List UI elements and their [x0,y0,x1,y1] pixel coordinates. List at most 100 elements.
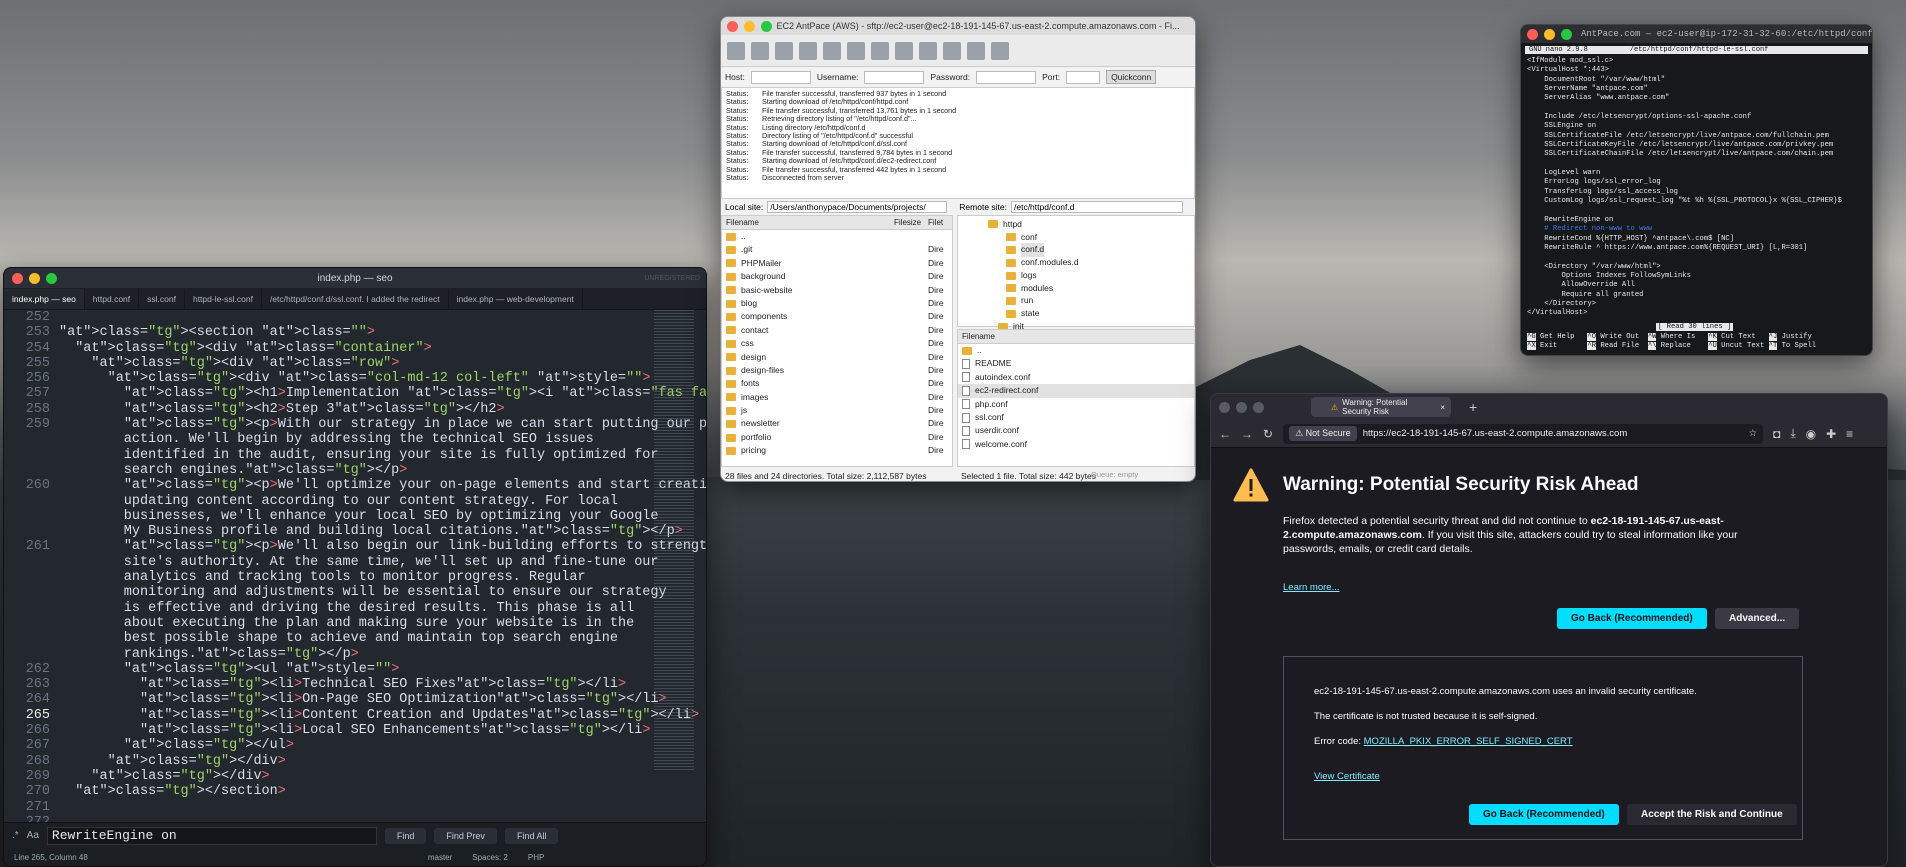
code-line[interactable]: about executing the plan and making sure… [59,616,639,631]
code-line[interactable]: "at">class="tg"><li>Content Creation and… [59,708,699,723]
editor-tab[interactable]: httpd.conf [85,289,140,309]
code-line[interactable]: "at">class="tg"><div "at">class="col-md-… [59,371,651,386]
code-line[interactable]: site's authority. At the same time, we'l… [59,555,659,570]
case-toggle[interactable]: Aa [27,830,39,841]
remote-file-row[interactable]: ec2-redirect.conf [958,384,1194,398]
back-icon[interactable]: ← [1219,427,1231,441]
minimize-button[interactable] [1544,28,1555,40]
local-file-row[interactable]: portfolio Dire [722,431,952,444]
local-file-row[interactable]: js Dire [722,404,952,417]
search-icon[interactable] [991,41,1009,60]
compare-icon[interactable] [943,41,961,60]
reconnect-icon[interactable] [919,41,937,60]
remote-file-row[interactable]: .. [958,344,1194,357]
code-line[interactable]: identified in the audit, ensuring your s… [59,448,659,463]
shortcut-key[interactable]: ^O [1587,333,1597,341]
forward-icon[interactable]: → [1241,427,1253,441]
code-line[interactable]: "at">class="tg"><li>On-Page SEO Optimiza… [59,692,667,707]
code-line[interactable]: businesses, we'll enhance your local SEO… [59,509,659,524]
code-line[interactable]: "at">class="tg"><p>We'll optimize your o… [59,478,706,493]
refresh-icon[interactable] [823,41,841,60]
remote-tree-item[interactable]: httpd [958,218,1194,231]
code-line[interactable]: updating content according to our conten… [59,494,639,509]
editor-tab[interactable]: index.php — web-development [449,289,583,309]
close-tab-icon[interactable]: × [1440,403,1445,412]
local-file-row[interactable]: blog Dire [722,297,952,310]
find-prev-button[interactable]: Find Prev [434,827,497,844]
code-editor[interactable]: 252 253 254 255 256 257 258 259 260 261 262 263 264 2… [4,310,706,834]
code-line[interactable]: "at">class="tg"><h2>Step 3"at">class="tg… [59,402,639,417]
editor-tab[interactable]: index.php — seo [4,289,85,309]
local-file-row[interactable]: newsletter Dire [722,417,952,430]
code-line[interactable]: "at">class="tg"><p>We'll also begin our … [59,539,706,554]
code-line[interactable]: "at">class="tg"></section> [59,784,639,799]
shortcut-key[interactable]: ^K [1708,333,1717,341]
remote-file-row[interactable]: README [958,357,1194,370]
error-code-link[interactable]: MOZILLA_PKIX_ERROR_SELF_SIGNED_CERT [1364,736,1573,747]
account-icon[interactable]: ◉ [1806,427,1816,441]
code-line[interactable]: "at">class="tg"><div "at">class="contain… [59,341,639,356]
code-line[interactable]: "at">class="tg"><li>Local SEO Enhancemen… [59,723,650,738]
local-path-input[interactable]: /Users/anthonypace/Documents/projects/ [767,201,948,213]
nano-buffer[interactable]: <IfModule mod_ssl.c> <VirtualHost *:443> … [1521,57,1872,319]
site-manager-icon[interactable] [727,41,745,60]
port-input[interactable] [1066,70,1101,84]
col-filename[interactable]: Filename [726,218,759,227]
local-file-row[interactable]: .git Dire [722,243,952,256]
shortcut-key[interactable]: ^R [1587,342,1597,350]
local-file-row[interactable]: background Dire [722,270,952,283]
find-all-button[interactable]: Find All [504,827,559,844]
local-file-row[interactable]: pricing Dire [722,444,952,457]
password-input[interactable] [976,70,1037,84]
remote-tree-item[interactable]: logs [958,269,1194,282]
downloads-icon[interactable]: ⤓ [1790,426,1795,441]
find-input[interactable]: RewriteEngine on [46,826,377,845]
quickconnect-button[interactable]: Quickconn [1106,70,1157,84]
local-file-row[interactable]: design Dire [722,351,952,364]
menu-icon[interactable]: ≡ [1846,427,1853,441]
remote-tree-item[interactable]: conf.d [958,243,1194,257]
bookmark-star-icon[interactable]: ☆ [1749,428,1758,439]
shortcut-key[interactable]: ^U [1708,342,1717,350]
close-button[interactable] [1527,28,1538,40]
local-file-row[interactable]: css Dire [722,337,952,350]
close-button[interactable] [1219,401,1230,413]
code-line[interactable] [59,310,639,325]
remote-tree-item[interactable]: run [958,295,1194,308]
zoom-button[interactable] [1253,401,1264,413]
editor-tab[interactable]: httpd-le-ssl.conf [185,289,262,309]
remote-file-row[interactable]: php.conf [958,398,1194,411]
code-line[interactable]: search engines."at">class="tg"></p> [59,463,639,478]
code-line[interactable]: "at">class="tg"><p>With our strategy in … [59,417,706,432]
editor-tab[interactable]: /etc/httpd/conf.d/ssl.conf. I added the … [262,289,449,309]
shortcut-key[interactable]: ^T [1768,342,1778,350]
sync-browse-icon[interactable] [967,41,985,60]
shortcut-key[interactable]: ^J [1768,333,1778,341]
go-back-button[interactable]: Go Back (Recommended) [1557,608,1707,629]
local-file-row[interactable]: fonts Dire [722,377,952,390]
code-line[interactable]: action. We'll begin by addressing the te… [59,432,639,447]
remote-path-input[interactable]: /etc/httpd/conf.d [1011,201,1183,213]
syntax-setting[interactable]: PHP [528,853,544,862]
code-line[interactable]: "at">class="tg"></ul> [59,738,639,753]
code-line[interactable]: "at">class="tg"><div "at">class="row"> [59,356,639,371]
tab-security-warning[interactable]: ⚠ Warning: Potential Security Risk × [1311,397,1451,417]
local-file-row[interactable]: images Dire [722,391,952,404]
local-file-row[interactable]: basic-website Dire [722,284,952,297]
cancel-icon[interactable] [871,41,889,60]
remote-tree-item[interactable]: conf.modules.d [958,256,1194,269]
remote-tree-item[interactable]: state [958,308,1194,321]
go-back-button-secondary[interactable]: Go Back (Recommended) [1469,804,1619,825]
toggle-remote-tree-icon[interactable] [799,41,817,60]
regex-toggle[interactable]: .* [12,830,19,841]
code-line[interactable]: is effective and driving the desired res… [59,601,639,616]
code-line[interactable]: best possible shape to achieve and maint… [59,631,639,646]
code-line[interactable]: monitoring and adjustments will be essen… [59,585,667,600]
local-file-row[interactable]: .. [722,230,952,243]
git-branch[interactable]: master [428,853,452,862]
code-line[interactable] [59,800,639,815]
code-area[interactable]: "at">class="tg"><section "at">class=""> … [59,310,706,830]
editor-tab[interactable]: ssl.conf [139,289,185,309]
username-input[interactable] [864,70,925,84]
remote-file-row[interactable]: userdir.conf [958,424,1194,437]
